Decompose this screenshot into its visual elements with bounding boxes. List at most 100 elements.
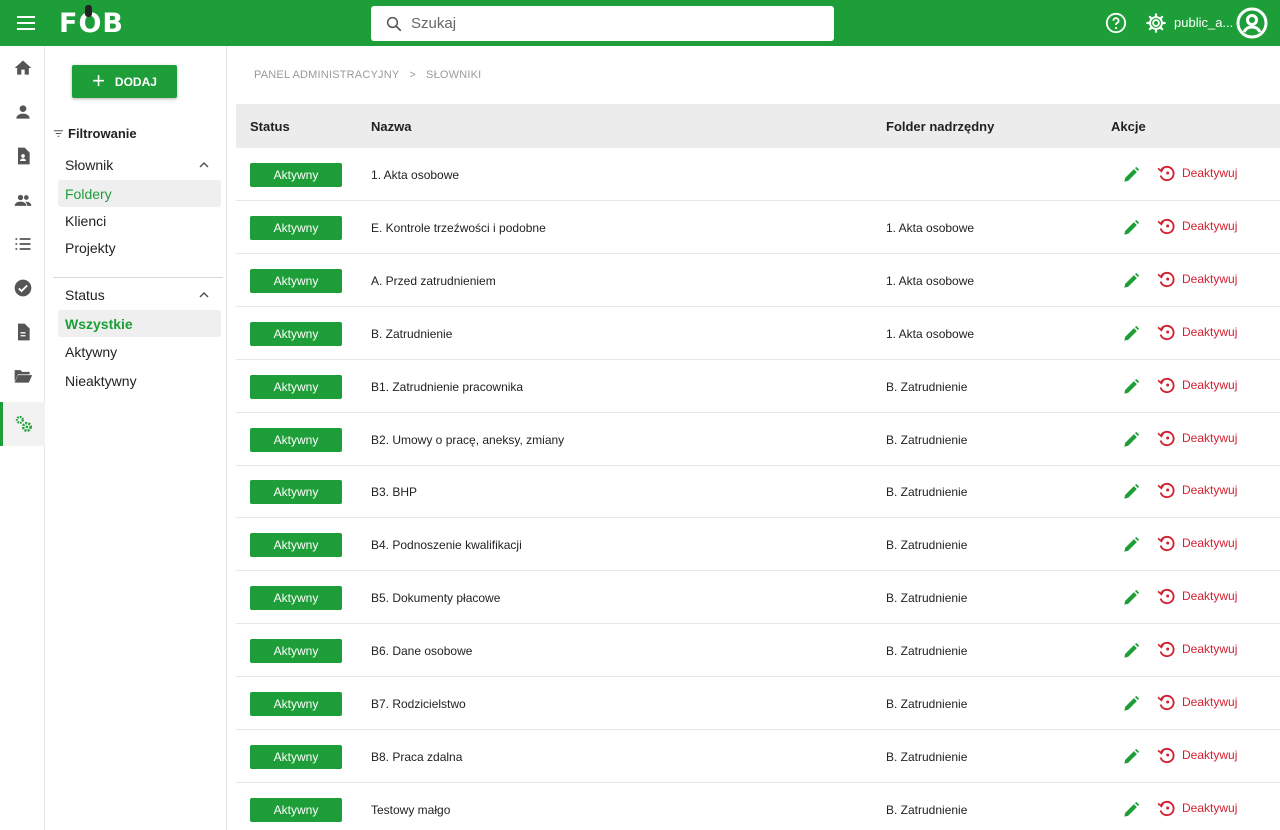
deactivate-button[interactable]: Deaktywuj — [1156, 163, 1237, 183]
table-row[interactable]: Aktywny B2. Umowy o pracę, aneksy, zmiany… — [236, 413, 1280, 466]
deactivate-label: Deaktywuj — [1182, 695, 1238, 709]
folder-open-icon — [14, 370, 32, 383]
deactivate-button[interactable]: Deaktywuj — [1156, 639, 1237, 659]
edit-pencil-icon[interactable] — [1121, 747, 1141, 767]
deactivate-button[interactable]: Deaktywuj — [1156, 375, 1237, 395]
edit-pencil-icon[interactable] — [1121, 324, 1141, 344]
filter-item-all[interactable]: Wszystkie — [58, 310, 221, 337]
deactivate-button[interactable]: Deaktywuj — [1156, 269, 1237, 289]
cell-parent-folder: 1. Akta osobowe — [886, 273, 975, 288]
deactivate-button[interactable]: Deaktywuj — [1156, 586, 1237, 606]
table-row[interactable]: Aktywny B. Zatrudnienie 1. Akta osobowe Dea… — [236, 307, 1280, 360]
table-row[interactable]: Aktywny B7. Rodzicielstwo B. Zatrudnienie D… — [236, 677, 1280, 730]
dictionary-group-toggle[interactable]: Słownik — [65, 157, 210, 173]
cell-name: B5. Dokumenty płacowe — [371, 591, 501, 606]
edit-pencil-icon[interactable] — [1121, 482, 1141, 502]
list-icon — [15, 238, 30, 250]
nav-list[interactable] — [0, 222, 45, 266]
table-row[interactable]: Aktywny E. Kontrole trzeźwości i podobne 1… — [236, 201, 1280, 254]
edit-pencil-icon[interactable] — [1121, 218, 1141, 238]
search-box[interactable] — [371, 6, 834, 41]
gear-icon[interactable] — [1145, 12, 1167, 34]
filter-item-projects[interactable]: Projekty — [58, 234, 221, 261]
edit-pencil-icon[interactable] — [1121, 641, 1141, 661]
deactivate-button[interactable]: Deaktywuj — [1156, 798, 1237, 818]
deactivate-label: Deaktywuj — [1182, 218, 1238, 233]
dictionary-group-label: Słownik — [65, 157, 114, 173]
cell-parent-folder: B. Zatrudnienie — [886, 538, 968, 553]
username[interactable]: public_a... — [1174, 15, 1233, 30]
cell-name: B2. Umowy o pracę, aneksy, zmiany — [371, 432, 565, 447]
nav-person[interactable] — [0, 90, 45, 134]
deactivate-button[interactable]: Deaktywuj — [1156, 216, 1237, 236]
cell-parent-folder: 1. Akta osobowe — [886, 326, 975, 341]
restore-circle-icon — [1157, 747, 1175, 763]
status-badge: Aktywny — [250, 321, 342, 346]
status-badge: Aktywny — [250, 533, 342, 558]
column-actions: Akcje — [1111, 119, 1146, 134]
deactivate-button[interactable]: Deaktywuj — [1156, 745, 1237, 765]
edit-pencil-icon[interactable] — [1121, 271, 1141, 291]
nav-documents[interactable] — [0, 310, 45, 354]
edit-pencil-icon[interactable] — [1121, 377, 1141, 397]
table-row[interactable]: Aktywny 1. Akta osobowe Deaktywuj — [236, 148, 1280, 201]
nav-tasks[interactable] — [0, 266, 45, 310]
deactivate-label: Deaktywuj — [1182, 377, 1238, 392]
edit-pencil-icon[interactable] — [1121, 694, 1141, 714]
deactivate-label: Deaktywuj — [1182, 483, 1238, 498]
edit-pencil-icon[interactable] — [1121, 165, 1141, 185]
cell-name: B. Zatrudnienie — [371, 326, 453, 341]
table-row[interactable]: Aktywny Testowy małgo B. Zatrudnienie Deakt… — [236, 783, 1280, 830]
deactivate-button[interactable]: Deaktywuj — [1156, 692, 1237, 712]
table-row[interactable]: Aktywny A. Przed zatrudnieniem 1. Akta oso… — [236, 254, 1280, 307]
breadcrumb-admin-panel[interactable]: PANEL ADMINISTRACYJNY — [254, 69, 399, 81]
check-circle-icon — [14, 279, 31, 297]
restore-circle-icon — [1157, 324, 1175, 340]
table-row[interactable]: Aktywny B1. Zatrudnienie pracownika B. Zat… — [236, 360, 1280, 413]
nav-folders[interactable] — [0, 354, 45, 398]
restore-circle-icon — [1157, 483, 1175, 499]
home-icon — [14, 60, 31, 75]
restore-circle-icon — [1157, 589, 1175, 605]
people-icon — [14, 194, 31, 206]
nav-personal-docs[interactable] — [0, 134, 45, 178]
edit-pencil-icon[interactable] — [1121, 588, 1141, 608]
add-button[interactable]: + DODAJ — [72, 65, 177, 98]
cell-name: B7. Rodzicielstwo — [371, 697, 466, 711]
table-row[interactable]: Aktywny B3. BHP B. Zatrudnienie Deaktywuj — [236, 465, 1280, 519]
breadcrumb-dictionaries: SŁOWNIKI — [426, 69, 482, 81]
table-row[interactable]: Aktywny B5. Dokumenty płacowe B. Zatrudnie… — [236, 571, 1280, 625]
main-content: PANEL ADMINISTRACYJNY > SŁOWNIKI Status … — [236, 46, 1280, 830]
account-circle-icon[interactable] — [1236, 7, 1268, 39]
status-badge: Aktywny — [250, 797, 342, 822]
table-row[interactable]: Aktywny B6. Dane osobowe B. Zatrudnienie De… — [236, 624, 1280, 678]
edit-pencil-icon[interactable] — [1121, 535, 1141, 555]
table-row[interactable]: Aktywny B4. Podnoszenie kwalifikacji B. Za… — [236, 518, 1280, 572]
deactivate-button[interactable]: Deaktywuj — [1156, 480, 1237, 500]
deactivate-label: Deaktywuj — [1182, 271, 1238, 286]
deactivate-button[interactable]: Deaktywuj — [1156, 322, 1237, 342]
deactivate-label: Deaktywuj — [1182, 642, 1238, 657]
edit-pencil-icon[interactable] — [1121, 800, 1141, 820]
deactivate-button[interactable]: Deaktywuj — [1156, 533, 1237, 553]
status-badge: Aktywny — [250, 744, 342, 769]
search-input[interactable] — [411, 6, 821, 41]
filter-item-folders[interactable]: Foldery — [58, 180, 221, 207]
cell-name: A. Przed zatrudnieniem — [371, 273, 496, 288]
table-row[interactable]: Aktywny B8. Praca zdalna B. Zatrudnienie De… — [236, 730, 1280, 783]
add-button-label: DODAJ — [114, 74, 157, 89]
nav-home[interactable] — [0, 46, 45, 90]
restore-circle-icon — [1157, 642, 1175, 658]
nav-admin-settings[interactable] — [0, 402, 45, 446]
filter-item-active[interactable]: Aktywny — [58, 338, 221, 365]
filter-item-clients[interactable]: Klienci — [58, 207, 221, 234]
nav-people[interactable] — [0, 178, 45, 222]
status-group-toggle[interactable]: Status — [65, 287, 210, 303]
menu-icon[interactable] — [14, 11, 38, 35]
help-icon[interactable] — [1105, 12, 1127, 34]
filter-item-inactive[interactable]: Nieaktywny — [58, 367, 221, 394]
edit-pencil-icon[interactable] — [1121, 430, 1141, 450]
cell-parent-folder: B. Zatrudnienie — [886, 697, 968, 711]
deactivate-button[interactable]: Deaktywuj — [1156, 428, 1237, 448]
restore-circle-icon — [1157, 430, 1175, 446]
